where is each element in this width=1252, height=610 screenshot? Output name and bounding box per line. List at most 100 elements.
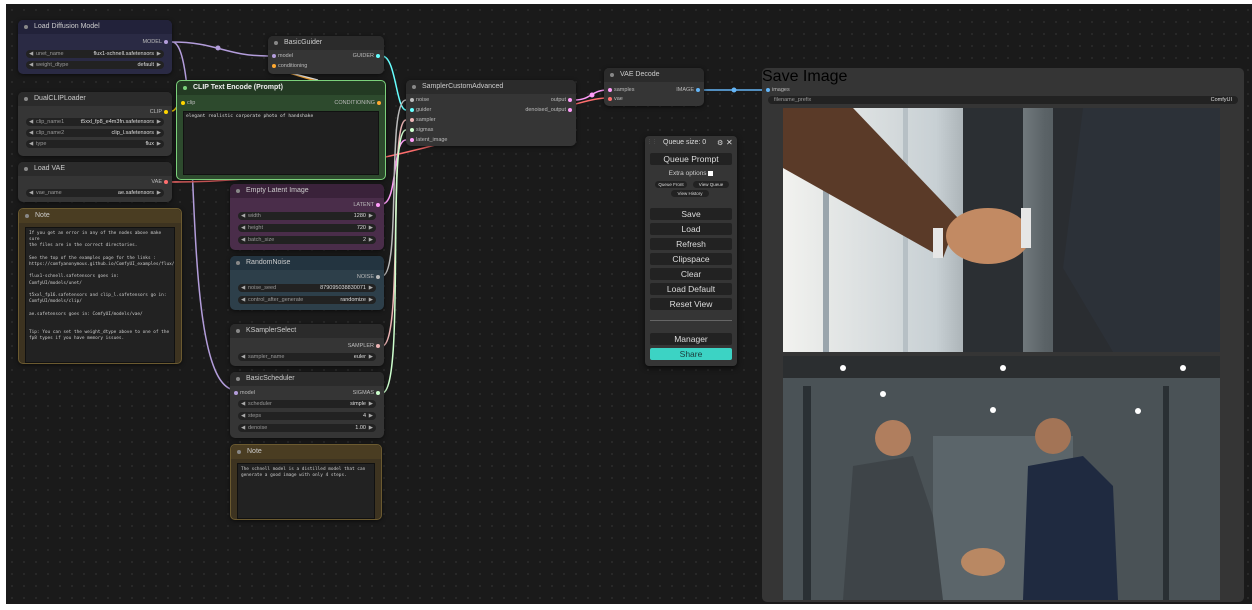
- arrow-left-icon[interactable]: ◀: [29, 61, 33, 69]
- arrow-right-icon[interactable]: ▶: [369, 412, 373, 420]
- widget-control-after-generate[interactable]: ◀ control_after_generate randomize ▶: [238, 296, 376, 304]
- ksampler-select-node[interactable]: KSamplerSelect SAMPLER ◀ sampler_name eule…: [230, 324, 384, 366]
- checkbox-icon[interactable]: [708, 170, 714, 176]
- save-button[interactable]: Save: [650, 208, 732, 220]
- widget-weight-dtype[interactable]: ◀ weight_dtype default ▶: [26, 61, 164, 69]
- basic-scheduler-node[interactable]: BasicScheduler model SIGMAS ◀ scheduler si…: [230, 372, 384, 438]
- latent-pin-icon[interactable]: [608, 88, 612, 92]
- sampler-pin-icon[interactable]: [376, 344, 380, 348]
- load-default-button[interactable]: Load Default: [650, 283, 732, 295]
- note-node-bottom[interactable]: Note The schnell model is a distilled mo…: [230, 444, 382, 520]
- node-canvas[interactable]: Load Diffusion Model MODEL ◀ unet_name flu…: [6, 4, 1252, 604]
- basic-guider-node[interactable]: BasicGuider model conditioning GUIDER: [268, 36, 384, 74]
- arrow-left-icon[interactable]: ◀: [29, 118, 33, 126]
- arrow-right-icon[interactable]: ▶: [157, 189, 161, 197]
- note-text[interactable]: If you get an error in any of the nodes …: [25, 227, 175, 363]
- node-title[interactable]: Load VAE: [18, 162, 172, 176]
- clip-pin-icon[interactable]: [164, 110, 168, 114]
- sigmas-pin-icon[interactable]: [410, 128, 414, 132]
- arrow-right-icon[interactable]: ▶: [157, 140, 161, 148]
- noise-pin-icon[interactable]: [410, 98, 414, 102]
- gear-icon[interactable]: ⚙: [717, 139, 723, 147]
- output-guider[interactable]: GUIDER: [353, 52, 380, 60]
- dual-clip-loader-node[interactable]: DualCLIPLoader CLIP ◀ clip_name1 t5xxl_fp8…: [18, 92, 172, 156]
- collapse-dot-icon[interactable]: [236, 189, 240, 193]
- sampler-custom-advanced-node[interactable]: SamplerCustomAdvanced noise guider sampl…: [406, 80, 576, 146]
- reset-view-button[interactable]: Reset View: [650, 298, 732, 310]
- guider-pin-icon[interactable]: [376, 54, 380, 58]
- widget-noise-seed[interactable]: ◀ noise_seed 879095038830071 ▶: [238, 284, 376, 292]
- arrow-left-icon[interactable]: ◀: [241, 236, 245, 244]
- empty-latent-image-node[interactable]: Empty Latent Image LATENT ◀ width 1280 ▶ ◀ h…: [230, 184, 384, 250]
- share-button[interactable]: Share: [650, 348, 732, 360]
- node-title[interactable]: Note: [19, 209, 181, 223]
- node-title[interactable]: RandomNoise: [230, 256, 384, 270]
- output-clip[interactable]: CLIP: [150, 108, 168, 116]
- arrow-left-icon[interactable]: ◀: [241, 212, 245, 220]
- arrow-right-icon[interactable]: ▶: [157, 50, 161, 58]
- node-title[interactable]: KSamplerSelect: [230, 324, 384, 338]
- arrow-right-icon[interactable]: ▶: [157, 61, 161, 69]
- output-sigmas[interactable]: SIGMAS: [353, 389, 380, 397]
- collapse-dot-icon[interactable]: [237, 450, 241, 454]
- collapse-dot-icon[interactable]: [24, 25, 28, 29]
- latent-pin-icon[interactable]: [568, 108, 572, 112]
- node-title[interactable]: VAE Decode: [604, 68, 704, 82]
- widget-scheduler[interactable]: ◀ scheduler simple ▶: [238, 400, 376, 408]
- input-sigmas[interactable]: sigmas: [410, 126, 433, 134]
- widget-height[interactable]: ◀ height 720 ▶: [238, 224, 376, 232]
- clipspace-button[interactable]: Clipspace: [650, 253, 732, 265]
- guider-pin-icon[interactable]: [410, 108, 414, 112]
- input-clip[interactable]: clip: [181, 99, 195, 107]
- node-title[interactable]: BasicScheduler: [230, 372, 384, 386]
- widget-filename-prefix[interactable]: filename_prefix ComfyUI: [768, 96, 1238, 104]
- collapse-dot-icon[interactable]: [25, 214, 29, 218]
- widget-steps[interactable]: ◀ steps 4 ▶: [238, 412, 376, 420]
- node-title[interactable]: Note: [231, 445, 381, 459]
- collapse-dot-icon[interactable]: [183, 86, 187, 90]
- conditioning-pin-icon[interactable]: [272, 64, 276, 68]
- clip-pin-icon[interactable]: [181, 101, 185, 105]
- input-latent-image[interactable]: latent_image: [410, 136, 448, 144]
- collapse-dot-icon[interactable]: [24, 167, 28, 171]
- model-pin-icon[interactable]: [234, 391, 238, 395]
- arrow-left-icon[interactable]: ◀: [241, 353, 245, 361]
- arrow-left-icon[interactable]: ◀: [241, 412, 245, 420]
- input-model[interactable]: model: [272, 52, 293, 60]
- noise-pin-icon[interactable]: [376, 275, 380, 279]
- sigmas-pin-icon[interactable]: [376, 391, 380, 395]
- input-sampler[interactable]: sampler: [410, 116, 436, 124]
- queue-front-button[interactable]: Queue Front: [655, 181, 687, 188]
- image-pin-icon[interactable]: [766, 88, 770, 92]
- collapse-dot-icon[interactable]: [274, 41, 278, 45]
- input-noise[interactable]: noise: [410, 96, 429, 104]
- arrow-left-icon[interactable]: ◀: [29, 50, 33, 58]
- vae-pin-icon[interactable]: [164, 180, 168, 184]
- queue-panel[interactable]: ⋮⋮ Queue size: 0 ⚙ ✕ Queue Prompt Extra …: [645, 136, 737, 366]
- input-conditioning[interactable]: conditioning: [272, 62, 307, 70]
- close-icon[interactable]: ✕: [726, 138, 733, 147]
- clip-text-encode-node[interactable]: CLIP Text Encode (Prompt) clip CONDITION…: [176, 80, 386, 180]
- node-title[interactable]: Load Diffusion Model: [18, 20, 172, 34]
- vae-pin-icon[interactable]: [608, 97, 612, 101]
- latent-pin-icon[interactable]: [568, 98, 572, 102]
- widget-unet-name[interactable]: ◀ unet_name flux1-schnell.safetensors ▶: [26, 50, 164, 58]
- output-output[interactable]: output: [551, 96, 572, 104]
- output-sampler[interactable]: SAMPLER: [348, 342, 380, 350]
- note-text[interactable]: The schnell model is a distilled model t…: [237, 463, 375, 519]
- widget-sampler-name[interactable]: ◀ sampler_name euler ▶: [238, 353, 376, 361]
- drag-handle-icon[interactable]: ⋮⋮: [647, 139, 657, 145]
- view-history-button[interactable]: View History: [671, 190, 709, 197]
- widget-vae-name[interactable]: ◀ vae_name ae.safetensors ▶: [26, 189, 164, 197]
- arrow-right-icon[interactable]: ▶: [369, 353, 373, 361]
- clear-button[interactable]: Clear: [650, 268, 732, 280]
- output-vae[interactable]: VAE: [151, 178, 168, 186]
- node-title[interactable]: CLIP Text Encode (Prompt): [177, 81, 385, 95]
- latent-pin-icon[interactable]: [410, 138, 414, 142]
- arrow-left-icon[interactable]: ◀: [29, 189, 33, 197]
- arrow-right-icon[interactable]: ▶: [369, 296, 373, 304]
- arrow-left-icon[interactable]: ◀: [29, 129, 33, 137]
- node-title[interactable]: SamplerCustomAdvanced: [406, 80, 576, 94]
- image-pin-icon[interactable]: [696, 88, 700, 92]
- conditioning-pin-icon[interactable]: [377, 101, 381, 105]
